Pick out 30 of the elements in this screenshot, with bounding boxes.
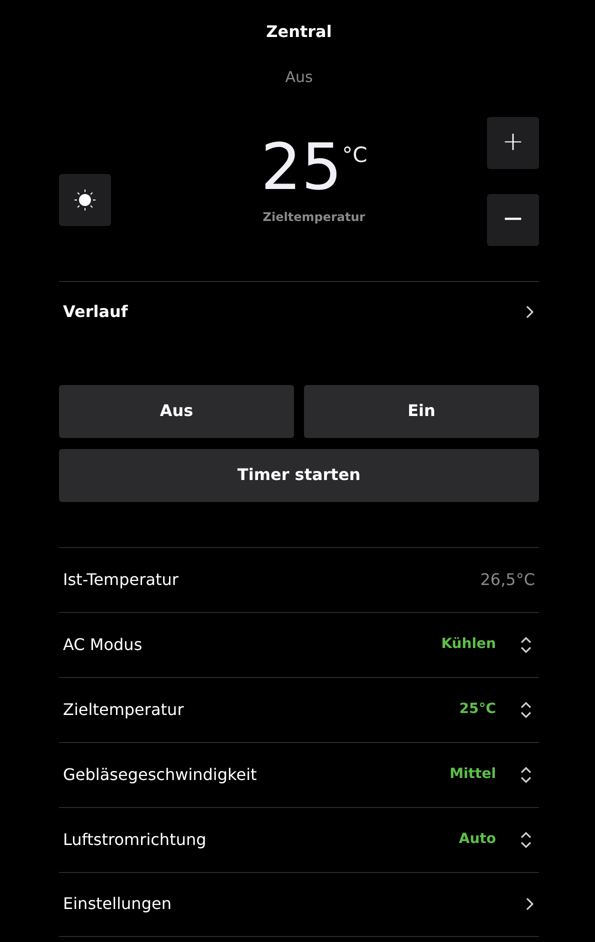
chevron-up-down-icon[interactable]	[520, 766, 532, 784]
off-button[interactable]: Aus	[59, 384, 294, 438]
setting-label[interactable]: Gebläsegeschwindigkeit	[63, 762, 450, 786]
chevron-up-down-icon[interactable]	[520, 636, 532, 654]
setting-label[interactable]: Einstellungen	[63, 892, 525, 916]
chevron-icon	[525, 305, 535, 319]
history-label[interactable]: Verlauf	[63, 300, 525, 324]
setting-label: Ist-Temperatur	[63, 568, 180, 590]
setting-value[interactable]: Kühlen	[441, 634, 496, 655]
setting-value[interactable]: Auto	[458, 829, 496, 850]
mode-button[interactable]	[59, 174, 111, 226]
setting-value[interactable]: Mittel	[450, 764, 496, 785]
increase-button[interactable]: +	[486, 116, 539, 168]
target-temperature-label: Zieltemperatur	[262, 209, 366, 226]
chevron-icon[interactable]	[525, 897, 535, 911]
device-title: Zentral	[265, 21, 333, 43]
setting-label[interactable]: Luftstromrichtung	[63, 828, 459, 852]
target-temperature: 25	[260, 136, 342, 200]
setting-value: 26,5°C	[480, 568, 535, 590]
chevron-up-down-icon[interactable]	[520, 700, 532, 718]
setting-label[interactable]: AC Modus	[63, 632, 442, 656]
sun-icon	[74, 189, 96, 211]
device-status: Aus	[284, 67, 314, 88]
chevron-up-down-icon[interactable]	[520, 830, 532, 848]
on-button[interactable]: Ein	[304, 384, 539, 438]
timer-button[interactable]: Timer starten	[59, 448, 539, 502]
temperature-unit: °C	[342, 142, 368, 169]
decrease-button[interactable]: −	[486, 194, 539, 246]
setting-value[interactable]: 25°C	[459, 699, 496, 720]
setting-label[interactable]: Zieltemperatur	[63, 698, 460, 722]
